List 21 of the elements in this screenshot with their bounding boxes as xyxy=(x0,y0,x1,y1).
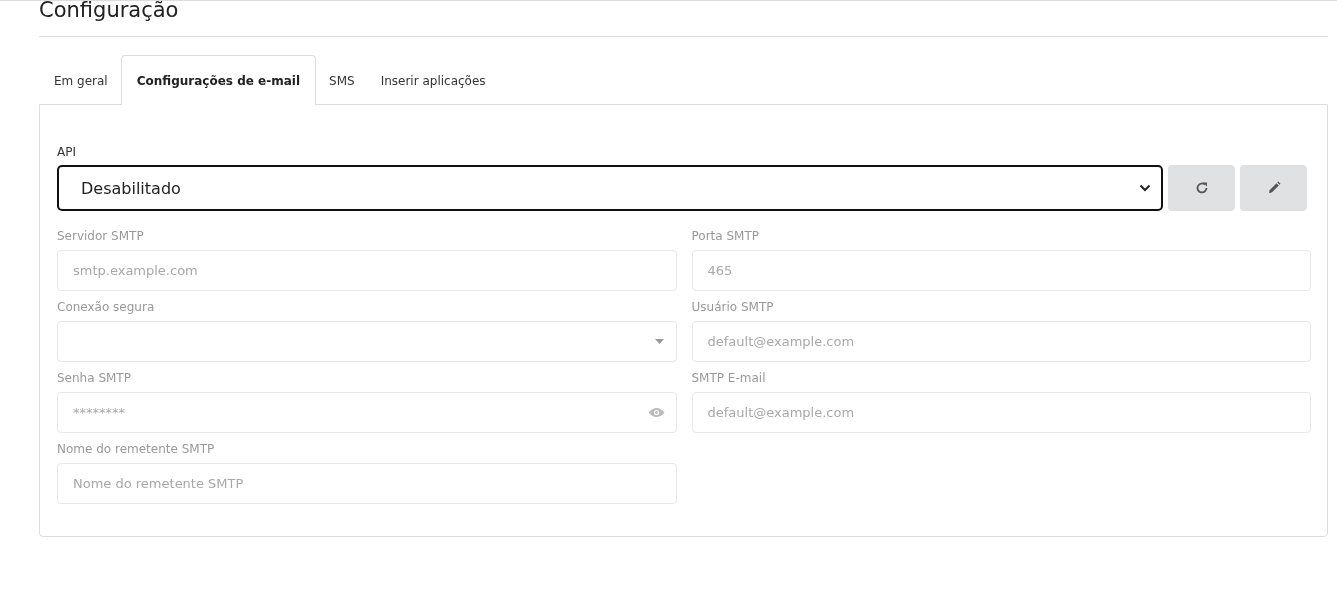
field-label: Usuário SMTP xyxy=(691,300,775,314)
field-label: Servidor SMTP xyxy=(57,229,145,243)
tab[interactable]: Configurações de e-mail xyxy=(120,55,317,105)
tab[interactable]: Em geral xyxy=(41,55,121,105)
pencil-icon xyxy=(1266,181,1281,195)
edit-button[interactable] xyxy=(1240,165,1307,211)
caret-icon xyxy=(654,339,664,344)
refresh-button[interactable] xyxy=(1168,165,1235,211)
refresh-icon xyxy=(1194,181,1209,195)
tab[interactable]: SMS xyxy=(316,55,368,105)
field-label: SMTP E-mail xyxy=(691,371,767,385)
field-label: Senha SMTP xyxy=(57,371,132,385)
field-label: Conexão segura xyxy=(57,300,156,314)
eye-icon[interactable] xyxy=(647,407,665,418)
api-select[interactable]: Desabilitado xyxy=(57,165,1163,211)
chevron-icon xyxy=(1139,184,1151,192)
field-label: Porta SMTP xyxy=(691,229,760,243)
page-title: Configuração xyxy=(39,1,180,24)
field-label: Nome do remetente SMTP xyxy=(57,442,216,456)
field-label: API xyxy=(57,145,77,159)
tab[interactable]: Inserir aplicações xyxy=(367,55,499,105)
